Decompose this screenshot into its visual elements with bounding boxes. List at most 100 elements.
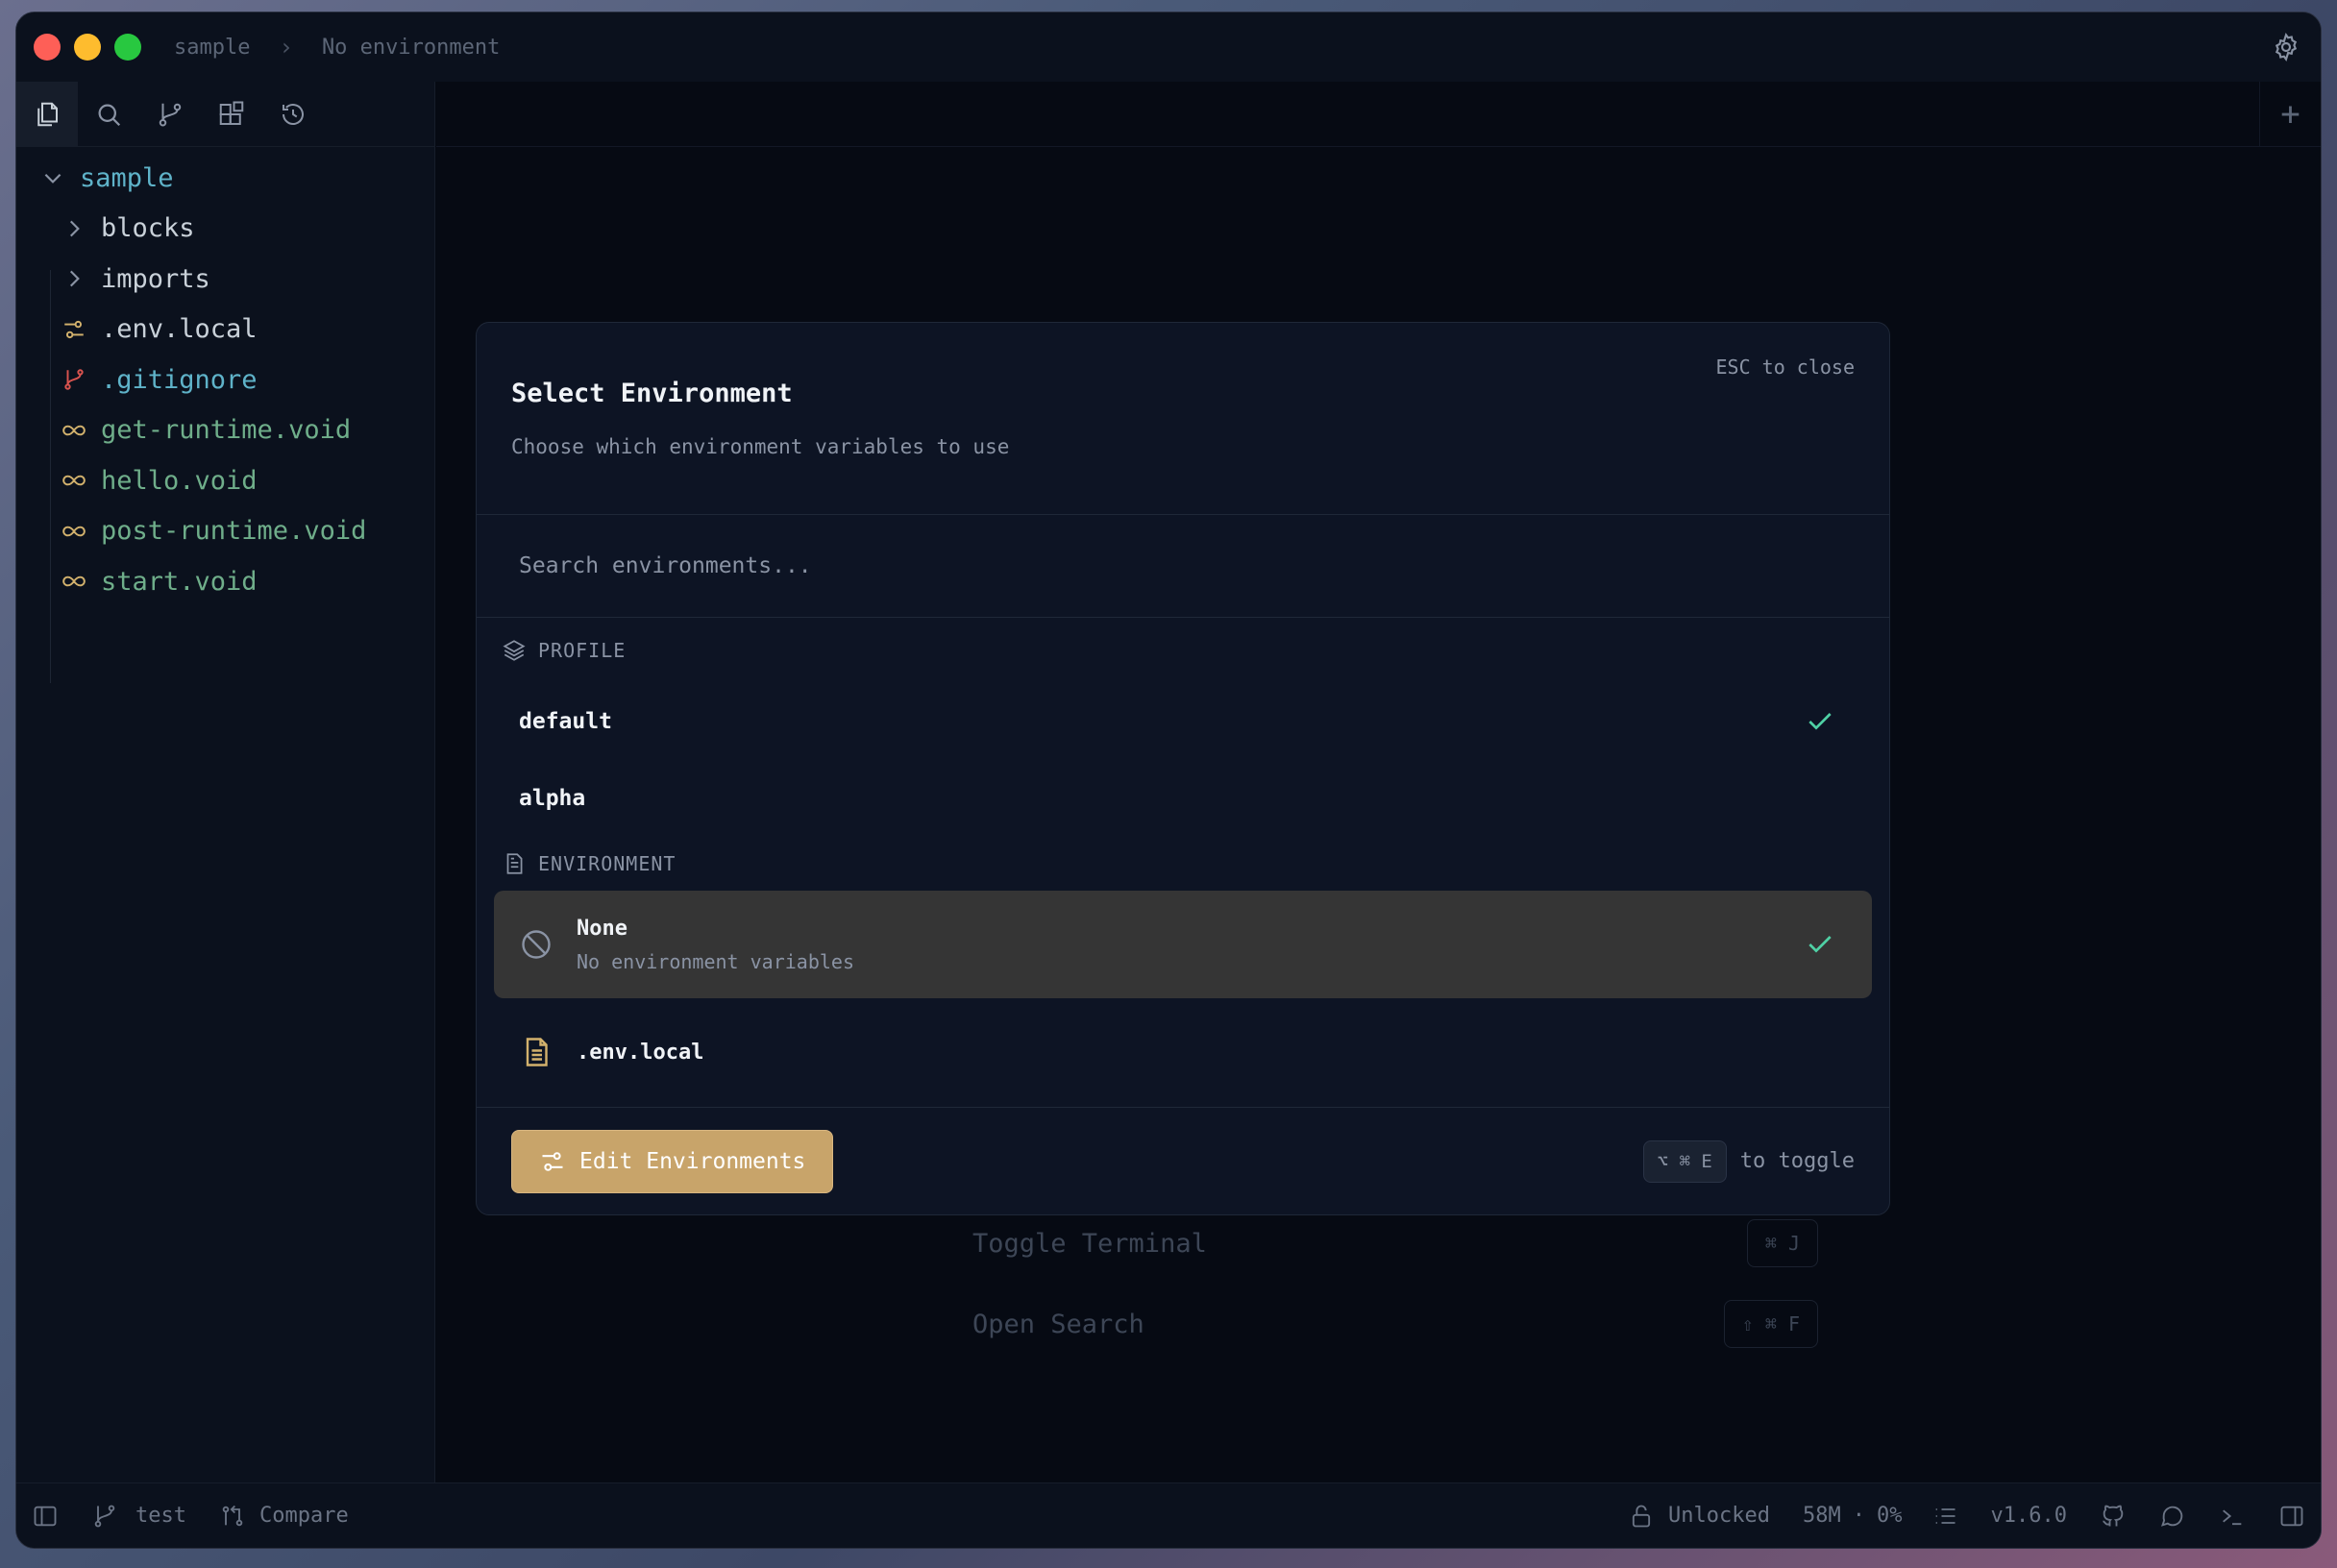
cpu-usage: 0% [1877, 1504, 1903, 1528]
environment-search [477, 515, 1889, 618]
maximize-window-button[interactable] [114, 34, 141, 61]
environment-option-none[interactable]: None No environment variables [494, 891, 1872, 998]
status-bar: test Compare Unlocked 58M · 0% v1.6.0 [16, 1482, 2321, 1548]
document-icon [526, 1038, 548, 1066]
minimize-window-button[interactable] [74, 34, 101, 61]
infinity-icon [57, 517, 91, 546]
dialog-title: Select Environment [511, 379, 793, 408]
sliders-icon [57, 315, 91, 344]
profile-section-header: PROFILE [477, 618, 1889, 683]
dialog-footer: Edit Environments ⌥ ⌘ E to toggle [477, 1107, 1889, 1214]
file-tree: sample blocks imports .env.local .gitign… [16, 147, 434, 683]
branch-icon [94, 1505, 115, 1527]
chevron-right-icon [57, 264, 91, 293]
shortcut-toggle-terminal: Toggle Terminal ⌘ J [972, 1219, 1818, 1267]
infinity-icon [57, 466, 91, 495]
shortcut-label: Open Search [972, 1309, 1144, 1339]
environment-option-env-local[interactable]: .env.local [494, 998, 1872, 1106]
check-icon [1808, 713, 1832, 730]
chat-button[interactable] [2159, 1503, 2186, 1530]
memory-usage: 58M [1803, 1504, 1841, 1528]
tree-item-label: start.void [101, 566, 258, 597]
chevron-right-icon [57, 214, 91, 243]
tab-bar: + [436, 82, 2321, 147]
tree-item-start[interactable]: start.void [16, 556, 434, 607]
git-tab[interactable] [139, 82, 201, 147]
window-controls [34, 34, 141, 61]
compare-label: Compare [258, 1504, 349, 1528]
tree-item-env-local[interactable]: .env.local [16, 305, 434, 355]
history-icon [283, 103, 304, 125]
version-label[interactable]: v1.6.0 [1991, 1504, 2067, 1528]
toggle-hint-label: to toggle [1739, 1149, 1855, 1173]
tree-item-label: imports [101, 263, 210, 294]
breadcrumb-environment[interactable]: No environment [322, 36, 500, 60]
environment-search-input[interactable] [519, 553, 1768, 578]
tree-item-hello[interactable]: hello.void [16, 455, 434, 506]
tree-item-label: .env.local [101, 314, 258, 345]
app-window: sample › No environment sample blocks im… [15, 12, 2322, 1549]
profile-option-default[interactable]: default [477, 683, 1889, 760]
blocks-icon [219, 101, 244, 125]
close-window-button[interactable] [34, 34, 61, 61]
tree-root-folder[interactable]: sample [16, 153, 434, 204]
separator-dot: · [1852, 1504, 1866, 1528]
profile-option-alpha[interactable]: alpha [477, 760, 1889, 837]
breadcrumb-project[interactable]: sample [174, 36, 250, 60]
tasks-button[interactable] [1931, 1503, 1958, 1530]
profile-option-label: alpha [519, 786, 586, 811]
sliders-icon [542, 1151, 563, 1171]
files-icon [37, 102, 58, 126]
shortcut-keys: ⇧ ⌘ F [1723, 1300, 1818, 1348]
edit-environments-label: Edit Environments [579, 1148, 806, 1174]
tree-item-imports[interactable]: imports [16, 254, 434, 305]
lock-indicator[interactable]: Unlocked [1628, 1503, 1770, 1530]
git-branch-icon [57, 365, 91, 394]
github-button[interactable] [2100, 1503, 2127, 1530]
chevron-down-icon [36, 163, 70, 192]
document-icon [506, 853, 523, 874]
tree-item-post-runtime[interactable]: post-runtime.void [16, 506, 434, 557]
blocks-tab[interactable] [201, 82, 262, 147]
chat-icon [2161, 1506, 2183, 1527]
layers-icon [503, 640, 526, 661]
chevron-right-icon: › [279, 34, 293, 61]
check-icon [1808, 936, 1832, 953]
profile-section-label: PROFILE [538, 639, 627, 662]
lock-status: Unlocked [1668, 1504, 1771, 1528]
github-icon [2103, 1505, 2124, 1526]
branch-icon [159, 103, 182, 126]
infinity-icon [57, 416, 91, 445]
environment-option-text: None No environment variables [577, 917, 854, 973]
toggle-hint: ⌥ ⌘ E to toggle [1642, 1139, 1855, 1183]
profile-option-label: default [519, 709, 612, 734]
edit-environments-button[interactable]: Edit Environments [511, 1129, 834, 1193]
terminal-button[interactable] [2219, 1503, 2246, 1530]
toggle-sidebar-button[interactable] [32, 1503, 59, 1530]
toggle-shortcut-keys: ⌥ ⌘ E [1642, 1139, 1727, 1183]
sidebar-icon [34, 1506, 57, 1526]
files-tab[interactable] [16, 81, 78, 147]
toggle-right-panel-button[interactable] [2278, 1503, 2305, 1530]
sidebar: sample blocks imports .env.local .gitign… [16, 81, 435, 1482]
breadcrumb: sample › No environment [174, 34, 500, 61]
branch-name: test [135, 1504, 186, 1528]
gear-icon[interactable] [2271, 32, 2301, 62]
compare-button[interactable]: Compare [219, 1503, 349, 1530]
shortcut-open-search: Open Search ⇧ ⌘ F [972, 1300, 1818, 1348]
tree-item-blocks[interactable]: blocks [16, 204, 434, 255]
tree-item-label: hello.void [101, 465, 258, 496]
esc-hint: ESC to close [1715, 355, 1856, 379]
tree-item-get-runtime[interactable]: get-runtime.void [16, 405, 434, 456]
tree-root-label: sample [80, 162, 174, 193]
tree-item-gitignore[interactable]: .gitignore [16, 355, 434, 405]
dialog-subtitle: Choose which environment variables to us… [511, 435, 1010, 458]
environment-section-label: ENVIRONMENT [538, 852, 676, 875]
terminal-icon [2223, 1508, 2242, 1525]
compare-icon [222, 1505, 243, 1526]
sidebar-toolbar [16, 81, 434, 147]
branch-indicator[interactable]: test [91, 1503, 186, 1530]
history-tab[interactable] [262, 82, 324, 147]
search-tab[interactable] [78, 82, 139, 147]
new-tab-button[interactable]: + [2259, 82, 2321, 147]
